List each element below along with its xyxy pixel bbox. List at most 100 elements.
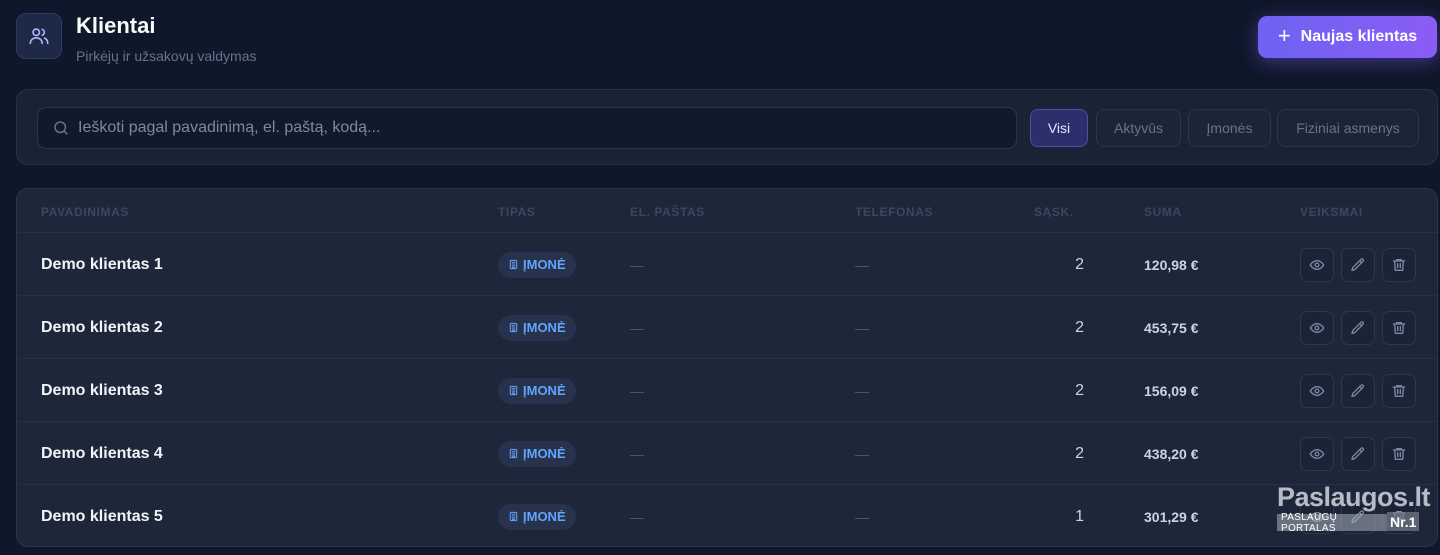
type-badge: ĮMONĖ	[498, 377, 576, 404]
filter-companies-button[interactable]: Įmonės	[1188, 109, 1271, 147]
delete-button[interactable]	[1382, 373, 1416, 408]
search-input[interactable]	[78, 108, 1006, 148]
watermark-brand: Paslaugos.lt	[1277, 482, 1431, 512]
column-header-invoices[interactable]: SĄSK.	[1034, 205, 1074, 219]
trash-icon	[1392, 447, 1406, 460]
client-email: —	[630, 508, 644, 525]
page-title: Klientai	[76, 13, 156, 38]
column-header-email[interactable]: EL. PAŠTAS	[630, 205, 705, 219]
trash-icon	[1392, 258, 1406, 271]
plus-icon: +	[1277, 23, 1291, 48]
view-button[interactable]	[1300, 247, 1334, 282]
eye-icon	[1309, 385, 1325, 396]
watermark-tagline: PASLAUGŲ PORTALAS	[1277, 512, 1387, 534]
new-client-button-label: Naujas klientas	[1300, 28, 1418, 45]
client-name[interactable]: Demo klientas 1	[41, 233, 163, 296]
pencil-icon	[1351, 383, 1365, 397]
column-header-type[interactable]: TIPAS	[498, 205, 535, 219]
eye-icon	[1309, 259, 1325, 270]
client-total-sum: 120,98 €	[1144, 256, 1199, 273]
view-button[interactable]	[1300, 373, 1334, 408]
search-box[interactable]	[37, 107, 1017, 149]
type-badge: ĮMONĖ	[498, 440, 576, 467]
client-name[interactable]: Demo klientas 5	[41, 485, 163, 546]
clients-table: PAVADINIMAS TIPAS EL. PAŠTAS TELEFONAS S…	[16, 188, 1438, 547]
client-total-sum: 301,29 €	[1144, 508, 1199, 525]
edit-button[interactable]	[1341, 247, 1375, 282]
client-email: —	[630, 445, 644, 462]
client-email: —	[630, 319, 644, 336]
type-badge: ĮMONĖ	[498, 251, 576, 278]
client-email: —	[630, 382, 644, 399]
clients-page: Klientai Pirkėjų ir užsakovų valdymas + …	[0, 0, 1440, 555]
table-row[interactable]: Demo klientas 5 ĮMONĖ — — 1 301,29 €	[17, 485, 1437, 546]
building-icon	[509, 385, 518, 396]
client-phone: —	[855, 382, 869, 399]
table-row[interactable]: Demo klientas 2 ĮMONĖ — — 2 453,75 €	[17, 296, 1437, 359]
client-name[interactable]: Demo klientas 4	[41, 422, 163, 485]
row-actions	[1300, 422, 1416, 485]
client-invoice-count: 2	[1075, 318, 1084, 336]
table-row[interactable]: Demo klientas 3 ĮMONĖ — — 2 156,09 €	[17, 359, 1437, 422]
client-email: —	[630, 256, 644, 273]
table-header: PAVADINIMAS TIPAS EL. PAŠTAS TELEFONAS S…	[17, 189, 1437, 233]
trash-icon	[1392, 384, 1406, 397]
view-button[interactable]	[1300, 310, 1334, 345]
client-invoice-count: 2	[1075, 444, 1084, 462]
client-phone: —	[855, 508, 869, 525]
filter-bar: Visi Aktyvūs Įmonės Fiziniai asmenys	[16, 89, 1438, 165]
column-header-sum[interactable]: SUMA	[1144, 205, 1182, 219]
type-badge: ĮMONĖ	[498, 314, 576, 341]
client-type: ĮMONĖ	[498, 296, 576, 359]
users-icon	[16, 13, 62, 59]
building-icon	[509, 511, 518, 522]
type-badge-label: ĮMONĖ	[523, 320, 566, 335]
delete-button[interactable]	[1382, 310, 1416, 345]
client-total-sum: 453,75 €	[1144, 319, 1199, 336]
pencil-icon	[1351, 257, 1365, 271]
type-badge: ĮMONĖ	[498, 503, 576, 530]
client-phone: —	[855, 319, 869, 336]
type-badge-label: ĮMONĖ	[523, 383, 566, 398]
edit-button[interactable]	[1341, 373, 1375, 408]
delete-button[interactable]	[1382, 247, 1416, 282]
client-type: ĮMONĖ	[498, 485, 576, 546]
page-subtitle: Pirkėjų ir užsakovų valdymas	[76, 48, 257, 64]
row-actions	[1300, 233, 1416, 296]
building-icon	[509, 448, 518, 459]
filter-individuals-button[interactable]: Fiziniai asmenys	[1277, 109, 1419, 147]
delete-button[interactable]	[1382, 436, 1416, 471]
filter-all-button[interactable]: Visi	[1030, 109, 1088, 147]
pencil-icon	[1351, 320, 1365, 334]
client-type: ĮMONĖ	[498, 233, 576, 296]
row-actions	[1300, 296, 1416, 359]
table-row[interactable]: Demo klientas 1 ĮMONĖ — — 2 120,98 €	[17, 233, 1437, 296]
edit-button[interactable]	[1341, 310, 1375, 345]
client-phone: —	[855, 445, 869, 462]
column-header-phone[interactable]: TELEFONAS	[855, 205, 933, 219]
client-total-sum: 156,09 €	[1144, 382, 1199, 399]
type-badge-label: ĮMONĖ	[523, 446, 566, 461]
view-button[interactable]	[1300, 436, 1334, 471]
client-type: ĮMONĖ	[498, 422, 576, 485]
new-client-button[interactable]: + Naujas klientas	[1258, 16, 1437, 58]
edit-button[interactable]	[1341, 436, 1375, 471]
type-badge-label: ĮMONĖ	[523, 257, 566, 272]
eye-icon	[1309, 322, 1325, 333]
client-invoice-count: 1	[1075, 507, 1084, 525]
client-invoice-count: 2	[1075, 255, 1084, 273]
client-total-sum: 438,20 €	[1144, 445, 1199, 462]
client-type: ĮMONĖ	[498, 359, 576, 422]
client-phone: —	[855, 256, 869, 273]
trash-icon	[1392, 321, 1406, 334]
client-name[interactable]: Demo klientas 2	[41, 296, 163, 359]
column-header-name[interactable]: PAVADINIMAS	[41, 205, 129, 219]
eye-icon	[1309, 448, 1325, 459]
filter-active-button[interactable]: Aktyvūs	[1096, 109, 1181, 147]
column-header-actions: VEIKSMAI	[1300, 205, 1363, 219]
type-badge-label: ĮMONĖ	[523, 509, 566, 524]
building-icon	[509, 322, 518, 333]
client-name[interactable]: Demo klientas 3	[41, 359, 163, 422]
row-actions	[1300, 359, 1416, 422]
table-row[interactable]: Demo klientas 4 ĮMONĖ — — 2 438,20 €	[17, 422, 1437, 485]
